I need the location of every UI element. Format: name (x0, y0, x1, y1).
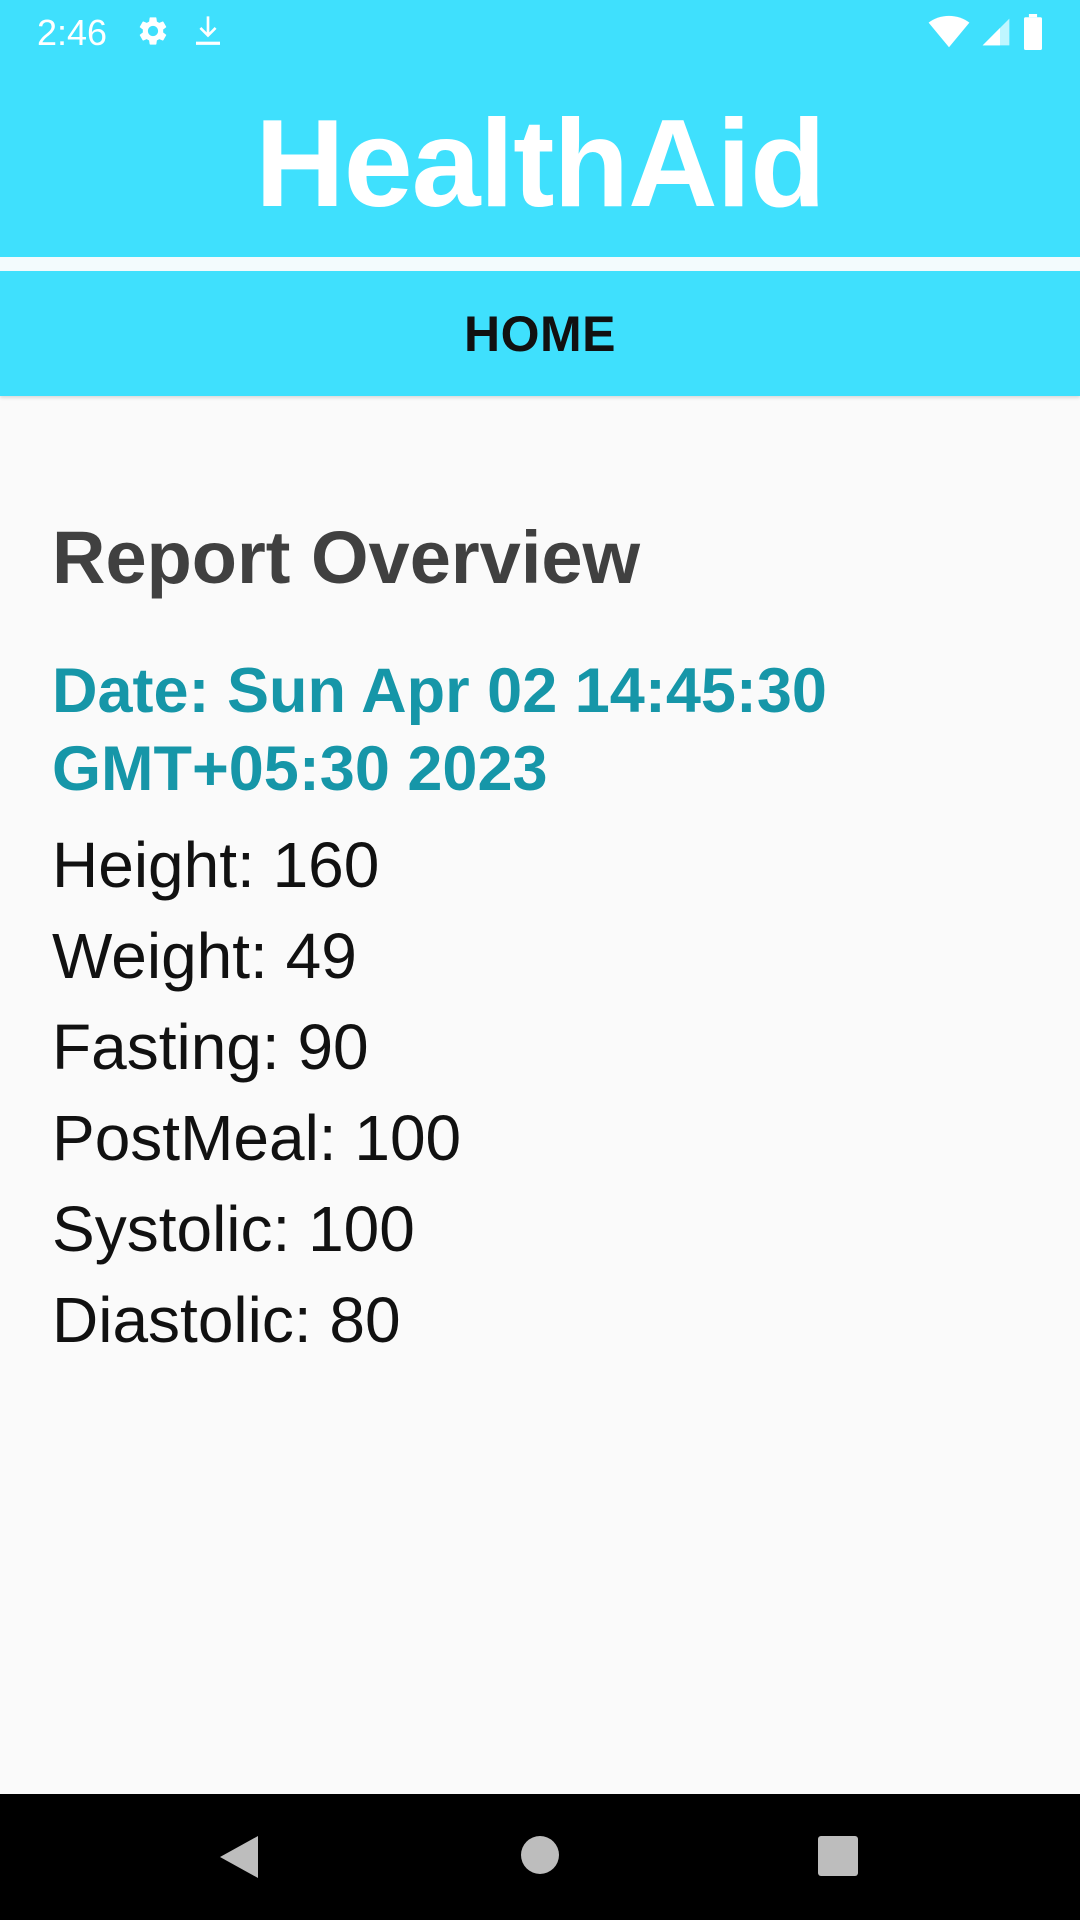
recents-icon[interactable] (818, 1836, 858, 1876)
report-systolic: Systolic: 100 (52, 1193, 415, 1265)
divider (0, 257, 1080, 271)
report-diastolic: Diastolic: 80 (52, 1284, 401, 1356)
signal-icon (980, 16, 1012, 53)
status-bar: 2:46 (0, 0, 1080, 63)
wifi-icon (928, 15, 970, 54)
status-right-icons (928, 14, 1044, 55)
report-heading: Report Overview (52, 516, 641, 599)
back-icon[interactable] (218, 1834, 260, 1880)
report-lines: Height: 160 Weight: 49 Fasting: 90 PostM… (52, 820, 1032, 1366)
app-bar: HealthAid (0, 63, 1080, 257)
status-left-icons (136, 13, 224, 54)
tab-home[interactable]: HOME (464, 305, 616, 363)
download-icon (192, 13, 224, 54)
home-icon[interactable] (521, 1836, 559, 1874)
battery-icon (1022, 14, 1044, 55)
report-fasting: Fasting: 90 (52, 1011, 369, 1083)
report-postmeal: PostMeal: 100 (52, 1102, 462, 1174)
navigation-bar (0, 1794, 1080, 1920)
tab-bar: HOME (0, 271, 1080, 396)
status-time: 2:46 (37, 12, 108, 53)
report-date: Date: Sun Apr 02 14:45:30 GMT+05:30 2023 (52, 656, 827, 804)
report-height: Height: 160 (52, 829, 380, 901)
app-title: HealthAid (255, 95, 826, 233)
report-weight: Weight: 49 (52, 920, 357, 992)
screen: 2:46 HealthAid HOME Report Overview Date… (0, 0, 1080, 1920)
gear-icon (136, 14, 170, 53)
report-content: Report Overview Date: Sun Apr 02 14:45:3… (52, 510, 1032, 1366)
